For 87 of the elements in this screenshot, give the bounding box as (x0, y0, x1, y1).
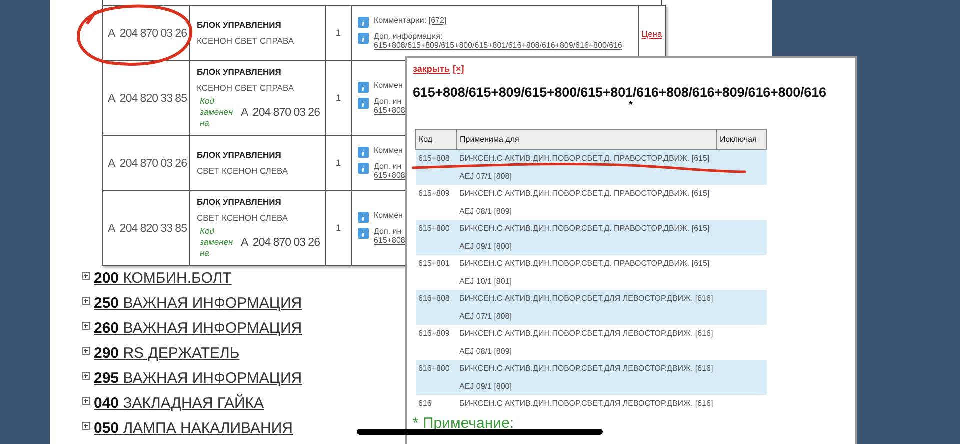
replaced-label: Код заменен на (199, 96, 234, 129)
applicability-text: AEJ 10/1 [801] (460, 276, 513, 288)
applicability-text: AEJ 07/1 [808] (460, 310, 513, 323)
comment-text: Коммен (374, 81, 403, 90)
part-number: A 204 870 03 26 (107, 158, 187, 170)
applicability-text: БИ-КСЕН.С АКТИВ.ДИН.ПОВОР.СВЕТ.Д. ПРАВОСТОР.ДВИЖ. [615] (460, 188, 711, 200)
note-heading: * Примечание: (413, 414, 515, 432)
section-link[interactable]: 250 ВАЖНАЯ ИНФОРМАЦИЯ (94, 294, 302, 314)
applicability-text: AEJ 09/1 [800] (460, 240, 513, 253)
expand-icon[interactable] (82, 372, 90, 380)
section-link[interactable]: 290 RS ДЕРЖАТЕЛЬ (94, 344, 240, 364)
close-link[interactable]: закрыть (413, 64, 450, 74)
quantity: 1 (336, 158, 341, 168)
section-link[interactable]: 260 ВАЖНАЯ ИНФОРМАЦИЯ (94, 319, 302, 339)
column-header: Код (416, 130, 456, 150)
applicability-text: AEJ 07/1 [808] (460, 170, 513, 183)
applicability-text: AEJ 08/1 [809] (460, 206, 513, 218)
part-description: СВЕТ КСЕНОН СЛЕВА (197, 213, 290, 223)
section-link[interactable]: 040 ЗАКЛАДНАЯ ГАЙКА (94, 394, 264, 414)
info-icon[interactable] (358, 33, 369, 44)
applicability-text: БИ-КСЕН.С АКТИВ.ДИН.ПОВОР.СВЕТ.ДЛЯ ЛЕВОСТОР.ДВИЖ. [616] (460, 328, 714, 340)
info-icon[interactable] (358, 228, 369, 239)
comment-text: Коммен (374, 211, 403, 220)
part-description: КСЕНОН СВЕТ СПРАВА (197, 83, 296, 93)
quantity: 1 (336, 28, 341, 38)
comment-text: Коммен (374, 146, 403, 155)
expand-icon[interactable] (82, 422, 90, 430)
applicability-text: БИ-КСЕН.С АКТИВ.ДИН.ПОВОР.СВЕТ.ДЛЯ ЛЕВОСТОР.ДВИЖ. [616] (460, 398, 714, 410)
applicability-text: БИ-КСЕН.С АКТИВ.ДИН.ПОВОР.СВЕТ.ДЛЯ ЛЕВОСТОР.ДВИЖ. [616] (460, 293, 714, 305)
applicability-text: AEJ 08/1 [809] (460, 346, 513, 358)
popup-title: 615+808/615+809/615+800/615+801/616+808/616+809/616+800/616 (413, 85, 828, 100)
table-cell: 616+800 (416, 360, 456, 395)
applicability-text: БИ-КСЕН.С АКТИВ.ДИН.ПОВОР.СВЕТ.Д. ПРАВОСТОР.ДВИЖ. [615] (460, 223, 711, 235)
info-value-link[interactable]: 615+808/615+809/615+800/615+801/616+808/616+809/616+800/616 (374, 41, 622, 50)
quantity: 1 (336, 93, 341, 103)
expand-icon[interactable] (82, 272, 90, 280)
replaced-label: Код заменен на (199, 226, 234, 259)
info-icon[interactable] (358, 163, 369, 174)
table-cell: 615+809 (416, 185, 456, 220)
section-link[interactable]: 295 ВАЖНАЯ ИНФОРМАЦИЯ (94, 369, 302, 389)
applicability-text: БИ-КСЕН.С АКТИВ.ДИН.ПОВОР.СВЕТ.Д. ПРАВОСТОР.ДВИЖ. [615] (460, 153, 711, 165)
expand-icon[interactable] (82, 322, 90, 330)
applicability-text: БИ-КСЕН.С АКТИВ.ДИН.ПОВОР.СВЕТ.Д. ПРАВОСТОР.ДВИЖ. [615] (460, 258, 711, 270)
info-icon[interactable] (358, 82, 369, 93)
table-cell: 615+801 (416, 255, 456, 290)
applicability-text: БИ-КСЕН.С АКТИВ.ДИН.ПОВОР.СВЕТ.ДЛЯ ЛЕВОСТОР.ДВИЖ. [616] (460, 363, 714, 375)
info-value-link[interactable]: 615+808 (374, 106, 406, 115)
table-cell: 615+800 (416, 220, 456, 255)
replacement-part-number: A 204 870 03 26 (240, 106, 320, 118)
info-label: Доп. информация: (374, 32, 444, 41)
part-name: БЛОК УПРАВЛЕНИЯ (197, 197, 282, 207)
info-value-link[interactable]: 615+808 (374, 236, 406, 245)
part-description: СВЕТ КСЕНОН СЛЕВА (197, 166, 290, 176)
comment-text: Комментарии: [672] (374, 16, 447, 25)
section-link[interactable]: 050 ЛАМПА НАКАЛИВАНИЯ (94, 419, 293, 439)
info-label: Доп. ин (374, 97, 403, 106)
part-description: КСЕНОН СВЕТ СПРАВА (197, 36, 296, 46)
part-number: A 204 870 03 26 (107, 28, 187, 40)
info-icon[interactable] (358, 98, 369, 109)
price-link[interactable]: Цена (642, 29, 662, 39)
expand-icon[interactable] (82, 297, 90, 305)
part-name: БЛОК УПРАВЛЕНИЯ (197, 150, 282, 160)
info-icon[interactable] (358, 17, 369, 28)
close-button[interactable]: [×] (453, 64, 464, 74)
comment-link[interactable]: [672] (428, 16, 447, 25)
applicability-text: AEJ 09/1 [800] (460, 380, 513, 393)
table-cell: 616+809 (416, 325, 456, 360)
expand-icon[interactable] (82, 347, 90, 355)
part-name: БЛОК УПРАВЛЕНИЯ (197, 20, 282, 30)
section-link[interactable]: 200 КОМБИН.БОЛТ (94, 269, 232, 289)
column-header: Исключая (716, 130, 766, 150)
quantity: 1 (336, 223, 341, 233)
table-cell: 615+808 (416, 150, 456, 185)
replacement-part-number: A 204 870 03 26 (240, 236, 320, 248)
info-label: Доп. ин (374, 162, 403, 171)
expand-icon[interactable] (82, 397, 90, 405)
info-icon[interactable] (358, 147, 369, 158)
footnote-mark: * (628, 100, 634, 112)
info-icon[interactable] (358, 212, 369, 223)
info-label: Доп. ин (374, 227, 403, 236)
info-value-link[interactable]: 615+808 (374, 171, 406, 180)
column-header: Применима для (456, 130, 716, 150)
part-name: БЛОК УПРАВЛЕНИЯ (197, 67, 282, 77)
table-cell: 616 (416, 395, 456, 412)
part-number: A 204 820 33 85 (107, 93, 187, 105)
table-cell: 616+808 (416, 290, 456, 325)
part-number: A 204 820 33 85 (107, 223, 187, 235)
